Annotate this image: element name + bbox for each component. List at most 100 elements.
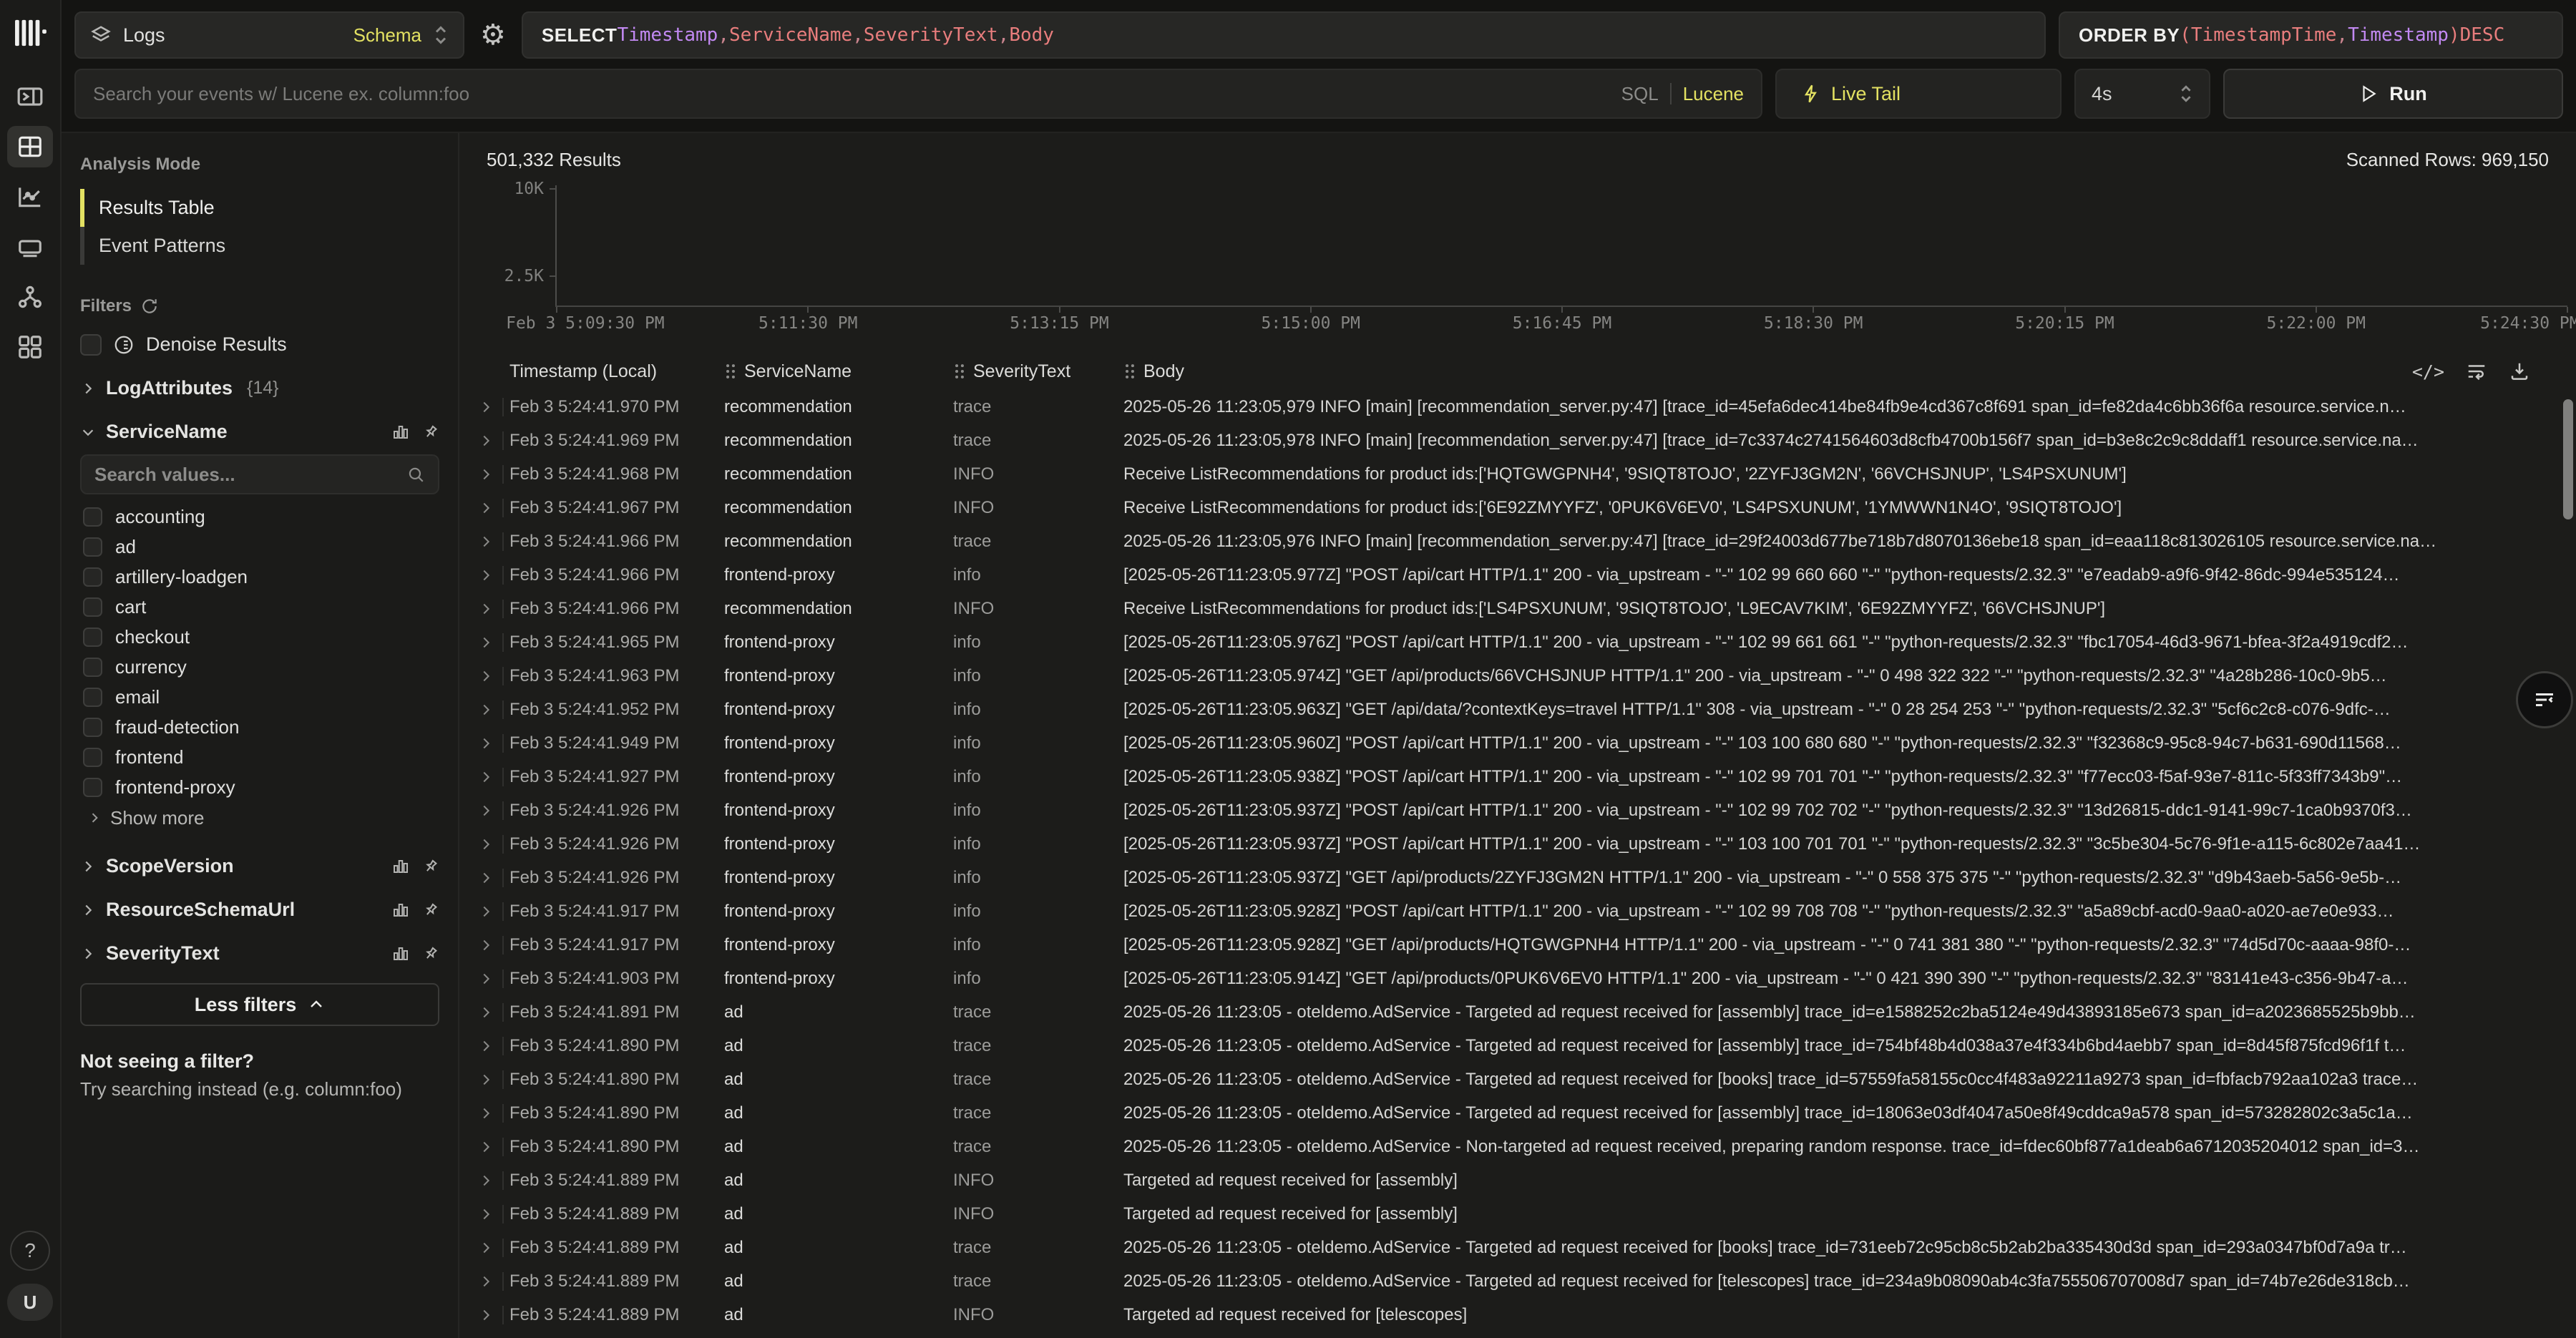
download-icon[interactable]: [2509, 361, 2530, 382]
hyperdx-logo-icon[interactable]: [14, 19, 47, 47]
interval-stepper-icon[interactable]: [2179, 84, 2193, 104]
row-expand-chevron-icon[interactable]: [469, 467, 502, 482]
table-row[interactable]: Feb 3 5:24:41.917 PM frontend-proxy info…: [459, 894, 2576, 928]
row-expand-chevron-icon[interactable]: [469, 769, 502, 785]
source-settings-gear-icon[interactable]: ⚙: [477, 21, 509, 49]
less-filters-button[interactable]: Less filters: [80, 983, 439, 1026]
service-checkbox[interactable]: [83, 748, 102, 767]
service-map-icon[interactable]: [7, 276, 53, 318]
filter-group-resourceschemaurl[interactable]: ResourceSchemaUrl: [80, 899, 439, 921]
row-expand-chevron-icon[interactable]: [469, 971, 502, 987]
table-row[interactable]: Feb 3 5:24:41.917 PM frontend-proxy info…: [459, 928, 2576, 962]
bar-chart-icon[interactable]: [392, 902, 409, 919]
drag-handle-icon[interactable]: [953, 363, 966, 379]
row-expand-chevron-icon[interactable]: [469, 702, 502, 718]
service-filter-item[interactable]: accounting: [80, 502, 439, 532]
row-expand-chevron-icon[interactable]: [469, 1139, 502, 1155]
filter-group-scopeversion[interactable]: ScopeVersion: [80, 855, 439, 877]
service-search-input[interactable]: [94, 464, 406, 486]
service-filter-item[interactable]: email: [80, 682, 439, 712]
table-row[interactable]: Feb 3 5:24:41.890 PM ad trace 2025-05-26…: [459, 1130, 2576, 1163]
service-checkbox[interactable]: [83, 688, 102, 707]
table-settings-fab[interactable]: [2516, 671, 2573, 728]
service-filter-item[interactable]: currency: [80, 652, 439, 682]
text-wrap-icon[interactable]: [2466, 361, 2487, 382]
table-row[interactable]: Feb 3 5:24:41.966 PM frontend-proxy info…: [459, 558, 2576, 592]
table-row[interactable]: Feb 3 5:24:41.889 PM ad INFO Targeted ad…: [459, 1197, 2576, 1231]
table-row[interactable]: Feb 3 5:24:41.970 PM recommendation trac…: [459, 390, 2576, 424]
row-expand-chevron-icon[interactable]: [469, 1206, 502, 1222]
service-checkbox[interactable]: [83, 778, 102, 797]
row-expand-chevron-icon[interactable]: [469, 803, 502, 819]
service-checkbox[interactable]: [83, 567, 102, 587]
pin-icon[interactable]: [422, 945, 439, 962]
apps-grid-icon[interactable]: [7, 326, 53, 368]
pin-icon[interactable]: [422, 858, 439, 875]
service-filter-item[interactable]: cart: [80, 592, 439, 622]
row-expand-chevron-icon[interactable]: [469, 635, 502, 650]
pin-icon[interactable]: [422, 424, 439, 441]
table-row[interactable]: Feb 3 5:24:41.903 PM frontend-proxy info…: [459, 962, 2576, 995]
denoise-checkbox[interactable]: [80, 334, 102, 356]
service-checkbox[interactable]: [83, 658, 102, 677]
bar-chart-icon[interactable]: [392, 945, 409, 962]
filter-group-servicename[interactable]: ServiceName: [80, 421, 439, 443]
service-filter-item[interactable]: checkout: [80, 622, 439, 652]
row-expand-chevron-icon[interactable]: [469, 836, 502, 852]
search-console-icon[interactable]: [7, 76, 53, 117]
row-expand-chevron-icon[interactable]: [469, 668, 502, 684]
row-expand-chevron-icon[interactable]: [469, 870, 502, 886]
row-expand-chevron-icon[interactable]: [469, 500, 502, 516]
row-expand-chevron-icon[interactable]: [469, 1105, 502, 1121]
chart-explorer-icon[interactable]: [7, 176, 53, 218]
bar-chart-icon[interactable]: [392, 858, 409, 875]
show-more-button[interactable]: Show more: [80, 802, 439, 834]
dashboards-icon[interactable]: [7, 226, 53, 268]
table-row[interactable]: Feb 3 5:24:41.967 PM recommendation INFO…: [459, 491, 2576, 524]
row-expand-chevron-icon[interactable]: [469, 1307, 502, 1323]
service-checkbox[interactable]: [83, 507, 102, 527]
row-expand-chevron-icon[interactable]: [469, 1005, 502, 1020]
vertical-scrollbar[interactable]: [2563, 399, 2573, 519]
table-row[interactable]: Feb 3 5:24:41.890 PM ad trace 2025-05-26…: [459, 1063, 2576, 1096]
row-expand-chevron-icon[interactable]: [469, 399, 502, 415]
logs-table-icon[interactable]: [7, 126, 53, 167]
row-expand-chevron-icon[interactable]: [469, 736, 502, 751]
help-icon[interactable]: ?: [10, 1231, 50, 1271]
mode-event-patterns[interactable]: Event Patterns: [80, 227, 439, 265]
row-expand-chevron-icon[interactable]: [469, 1274, 502, 1289]
table-row[interactable]: Feb 3 5:24:41.949 PM frontend-proxy info…: [459, 726, 2576, 760]
table-row[interactable]: Feb 3 5:24:41.969 PM recommendation trac…: [459, 424, 2576, 457]
table-row[interactable]: Feb 3 5:24:41.965 PM frontend-proxy info…: [459, 625, 2576, 659]
service-filter-item[interactable]: ad: [80, 532, 439, 562]
schema-select[interactable]: Schema: [353, 24, 421, 47]
row-expand-chevron-icon[interactable]: [469, 1038, 502, 1054]
service-filter-item[interactable]: frontend: [80, 742, 439, 772]
view-source-icon[interactable]: </>: [2412, 361, 2444, 382]
row-expand-chevron-icon[interactable]: [469, 1072, 502, 1088]
table-row[interactable]: Feb 3 5:24:41.890 PM ad trace 2025-05-26…: [459, 1096, 2576, 1130]
table-row[interactable]: Feb 3 5:24:41.927 PM frontend-proxy info…: [459, 760, 2576, 793]
table-row[interactable]: Feb 3 5:24:41.889 PM ad INFO Targeted ad…: [459, 1298, 2576, 1332]
table-row[interactable]: Feb 3 5:24:41.890 PM ad trace 2025-05-26…: [459, 1029, 2576, 1063]
denoise-toggle[interactable]: Denoise Results: [80, 333, 439, 356]
source-selector[interactable]: Logs Schema: [74, 11, 464, 59]
table-row[interactable]: Feb 3 5:24:41.891 PM ad trace 2025-05-26…: [459, 995, 2576, 1029]
drag-handle-icon[interactable]: [1123, 363, 1136, 379]
row-expand-chevron-icon[interactable]: [469, 1240, 502, 1256]
col-header-servicename[interactable]: ServiceName: [724, 361, 953, 382]
bar-chart-icon[interactable]: [392, 424, 409, 441]
col-header-timestamp[interactable]: Timestamp (Local): [509, 361, 724, 382]
row-expand-chevron-icon[interactable]: [469, 601, 502, 617]
table-row[interactable]: Feb 3 5:24:41.889 PM ad trace 2025-05-26…: [459, 1231, 2576, 1264]
refresh-interval-select[interactable]: 4s: [2074, 69, 2210, 119]
service-checkbox[interactable]: [83, 537, 102, 557]
row-expand-chevron-icon[interactable]: [469, 534, 502, 550]
row-expand-chevron-icon[interactable]: [469, 1173, 502, 1188]
sql-mode-option[interactable]: SQL: [1621, 83, 1659, 105]
filter-group-severitytext[interactable]: SeverityText: [80, 942, 439, 965]
table-row[interactable]: Feb 3 5:24:41.926 PM frontend-proxy info…: [459, 827, 2576, 861]
table-row[interactable]: Feb 3 5:24:41.966 PM recommendation INFO…: [459, 592, 2576, 625]
service-filter-item[interactable]: artillery-loadgen: [80, 562, 439, 592]
table-row[interactable]: Feb 3 5:24:41.926 PM frontend-proxy info…: [459, 861, 2576, 894]
